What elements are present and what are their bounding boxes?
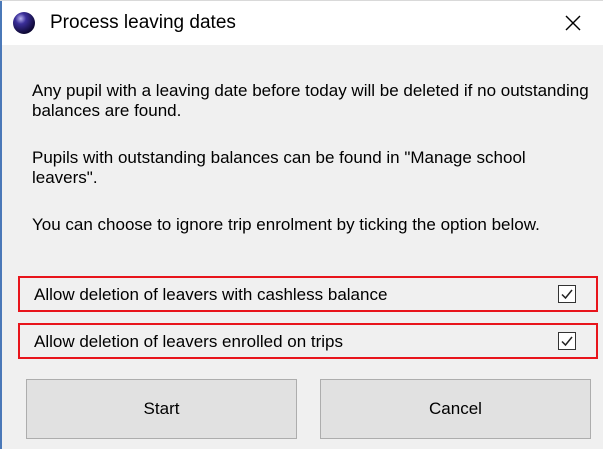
checkmark-icon [561, 336, 573, 347]
start-button[interactable]: Start [26, 379, 297, 439]
close-button[interactable] [557, 7, 589, 39]
dialog-content: Any pupil with a leaving date before tod… [2, 45, 603, 449]
checkmark-icon [561, 289, 573, 300]
option-cashless-balance-label: Allow deletion of leavers with cashless … [34, 285, 388, 304]
option-enrolled-trips[interactable]: Allow deletion of leavers enrolled on tr… [18, 323, 598, 359]
info-paragraph-1: Any pupil with a leaving date before tod… [32, 81, 589, 120]
info-paragraph-2: Pupils with outstanding balances can be … [32, 148, 526, 187]
dialog-title: Process leaving dates [50, 12, 236, 33]
close-icon [565, 15, 581, 31]
cashless-balance-checkbox[interactable] [558, 285, 576, 303]
app-orb-icon [12, 11, 36, 35]
title-bar[interactable]: Process leaving dates [2, 1, 603, 45]
option-cashless-balance[interactable]: Allow deletion of leavers with cashless … [18, 276, 598, 312]
dialog-window: Process leaving dates Any pupil with a l… [0, 0, 603, 449]
enrolled-trips-checkbox[interactable] [558, 332, 576, 350]
info-paragraph-3: You can choose to ignore trip enrolment … [32, 215, 540, 234]
cancel-button[interactable]: Cancel [320, 379, 591, 439]
option-enrolled-trips-label: Allow deletion of leavers enrolled on tr… [34, 332, 344, 351]
